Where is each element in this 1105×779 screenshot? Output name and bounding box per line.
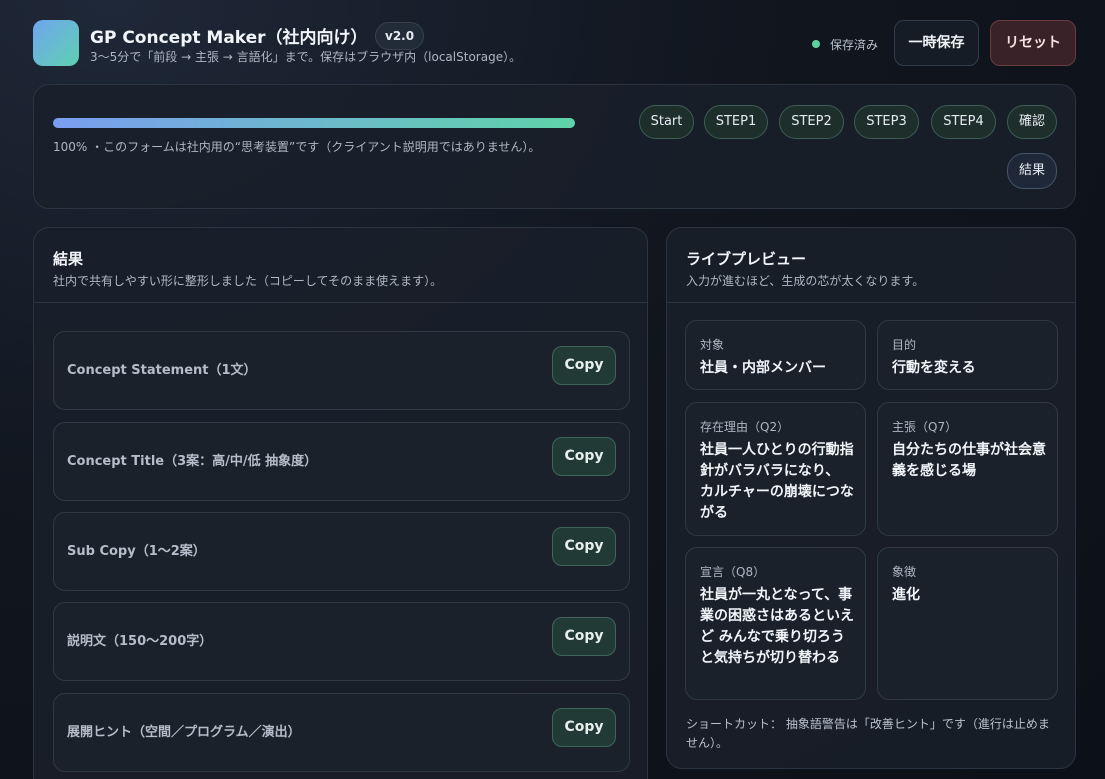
result-item-concept-title: Concept Title（3案：高/中/低 抽象度） Copy [53,422,630,501]
result-item-label: 説明文（150〜200字） [67,634,213,649]
result-item-label: Concept Statement（1文） [67,363,257,378]
preview-tile-claim: 主張（Q7） 自分たちの仕事が社会意義を感じる場 [877,402,1058,536]
preview-tile-symbol: 象徴 進化 [877,547,1058,700]
app-subtitle: 3〜5分で「前段 → 主張 → 言語化」まで。保存はブラウザ内（localSto… [90,50,522,64]
save-status-label: 保存済み [830,38,879,52]
progress-card: 100% ・このフォームは社内用の“思考装置”です（クライアント説明用ではありま… [33,84,1076,209]
tile-value: 社員が一丸となって、事業の困惑さはあるといえど みんなで乗り切ろうと気持ちが切り… [700,587,854,666]
result-item-sub-copy: Sub Copy（1〜2案） Copy [53,512,630,591]
tile-label: 主張（Q7） [892,420,958,434]
preview-tile-reason: 存在理由（Q2） 社員一人ひとりの行動指針がバラバラになり、 カルチャーの崩壊に… [685,402,866,536]
preview-subtitle: 入力が進むほど、生成の芯が太くなります。 [686,274,925,288]
result-title: 結果 [53,250,84,268]
divider [34,302,647,303]
tile-value: 進化 [892,587,920,603]
tile-value: 行動を変える [892,360,976,376]
app-header: GP Concept Maker（社内向け） v2.0 3〜5分で「前段 → 主… [33,20,1076,66]
preview-title: ライブプレビュー [686,250,807,268]
app-root: GP Concept Maker（社内向け） v2.0 3〜5分で「前段 → 主… [0,0,1105,779]
step-4-button[interactable]: STEP4 [931,105,996,139]
step-2-button[interactable]: STEP2 [779,105,844,139]
tile-label: 対象 [700,338,725,352]
result-item-description: 説明文（150〜200字） Copy [53,602,630,681]
divider [667,302,1075,303]
result-item-label: 展開ヒント（空間／プログラム／演出） [67,725,301,740]
preview-tile-declaration: 宣言（Q8） 社員が一丸となって、事業の困惑さはあるといえど みんなで乗り切ろう… [685,547,866,700]
step-confirm-button[interactable]: 確認 [1007,105,1057,139]
tile-label: 宣言（Q8） [700,565,766,579]
progress-note: 100% ・このフォームは社内用の“思考装置”です（クライアント説明用ではありま… [53,140,541,154]
tile-value: 自分たちの仕事が社会意義を感じる場 [892,442,1046,479]
result-item-concept-statement: Concept Statement（1文） Copy [53,331,630,410]
save-status-dot-icon [812,40,820,48]
preview-tile-target: 対象 社員・内部メンバー [685,320,866,390]
copy-button[interactable]: Copy [552,708,616,747]
tile-label: 目的 [892,338,917,352]
result-item-label: Sub Copy（1〜2案） [67,544,206,559]
version-badge: v2.0 [375,22,425,50]
preview-tile-purpose: 目的 行動を変える [877,320,1058,390]
copy-button[interactable]: Copy [552,346,616,385]
copy-button[interactable]: Copy [552,437,616,476]
shortcut-note: ショートカット： 抽象語警告は「改善ヒント」です（進行は止めません）。 [686,717,1050,750]
progress-bar [53,118,575,128]
result-subtitle: 社内で共有しやすい形に整形しました（コピーしてそのまま使えます）。 [53,274,443,288]
progress-bar-fill [53,118,575,128]
tile-value: 社員一人ひとりの行動指針がバラバラになり、 カルチャーの崩壊につながる [700,442,854,521]
copy-button[interactable]: Copy [552,527,616,566]
result-card: 結果 社内で共有しやすい形に整形しました（コピーしてそのまま使えます）。 Con… [33,227,648,779]
temp-save-button[interactable]: 一時保存 [894,20,979,66]
tile-label: 存在理由（Q2） [700,420,790,434]
copy-button[interactable]: Copy [552,617,616,656]
reset-button[interactable]: リセット [990,20,1076,66]
step-1-button[interactable]: STEP1 [704,105,768,139]
live-preview-card: ライブプレビュー 入力が進むほど、生成の芯が太くなります。 対象 社員・内部メン… [666,227,1076,769]
result-item-label: Concept Title（3案：高/中/低 抽象度） [67,454,318,469]
app-title: GP Concept Maker（社内向け） [90,28,368,48]
step-3-button[interactable]: STEP3 [854,105,919,139]
tile-label: 象徴 [892,565,917,579]
app-logo [33,20,79,66]
tile-value: 社員・内部メンバー [700,360,826,376]
result-item-expansion-hints: 展開ヒント（空間／プログラム／演出） Copy [53,693,630,772]
step-result-button[interactable]: 結果 [1007,153,1057,189]
save-status: 保存済み [812,36,878,53]
step-start-button[interactable]: Start [639,105,694,139]
